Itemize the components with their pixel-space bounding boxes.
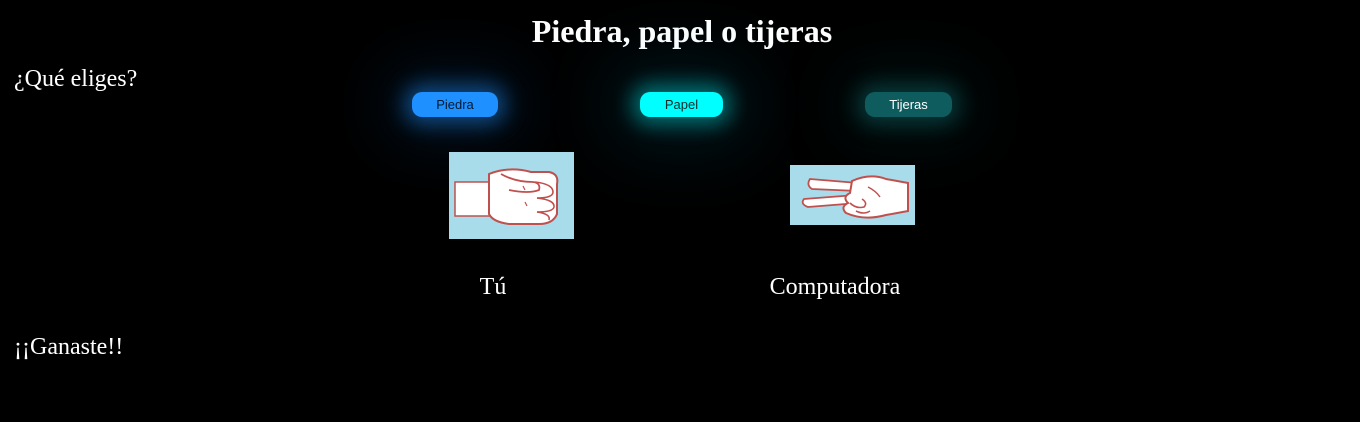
game-container: Piedra, papel o tijeras ¿Qué eliges? Pie… bbox=[0, 0, 1360, 422]
scissors-hand-icon bbox=[801, 175, 909, 219]
computer-label: Computadora bbox=[769, 274, 901, 300]
result-message: ¡¡Ganaste!! bbox=[14, 334, 124, 360]
page-title: Piedra, papel o tijeras bbox=[531, 13, 833, 49]
user-hand-image bbox=[449, 152, 574, 239]
scissors-button[interactable]: Tijeras bbox=[865, 92, 952, 117]
paper-button[interactable]: Papel bbox=[640, 92, 723, 117]
rock-hand-icon bbox=[454, 168, 559, 225]
choice-prompt: ¿Qué eliges? bbox=[14, 66, 138, 92]
user-label: Tú bbox=[479, 274, 507, 300]
rock-button[interactable]: Piedra bbox=[412, 92, 498, 117]
computer-hand-image bbox=[790, 165, 915, 225]
